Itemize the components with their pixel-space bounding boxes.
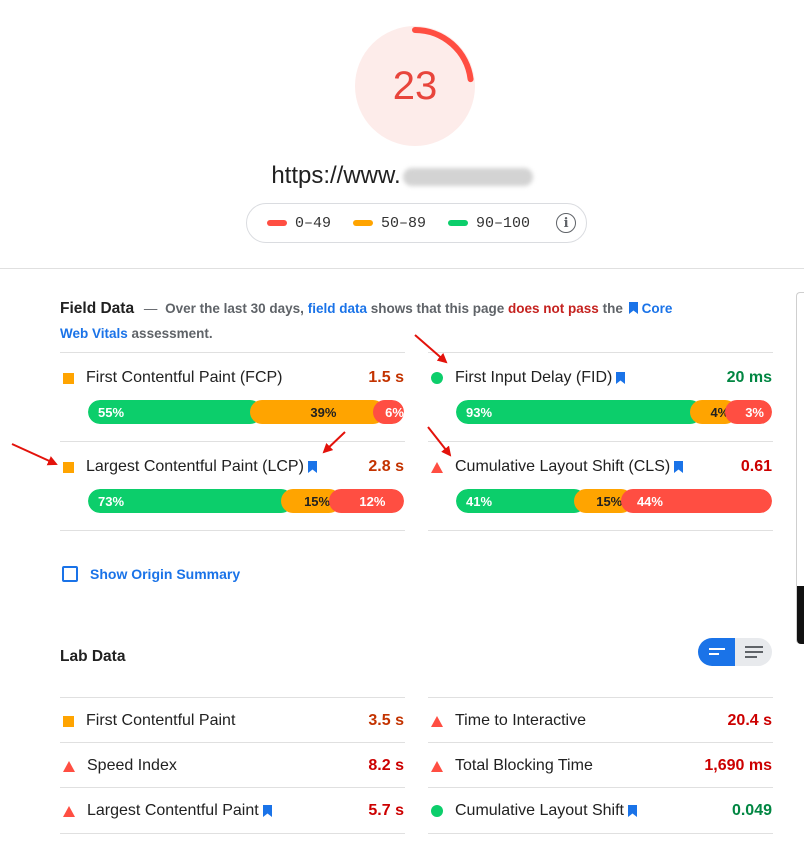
triangle-icon bbox=[431, 461, 443, 473]
square-icon bbox=[63, 372, 74, 384]
bookmark-icon bbox=[262, 805, 272, 817]
performance-score: 23 bbox=[392, 64, 438, 108]
field-data-header: Field Data — Over the last 30 days, fiel… bbox=[60, 296, 700, 346]
metric-name: Total Blocking Time bbox=[455, 757, 593, 774]
page-url-text: https://www. bbox=[271, 162, 401, 189]
triangle-icon bbox=[63, 760, 75, 772]
lab-metric-cls: Cumulative Layout Shift 0.049 bbox=[428, 787, 773, 832]
distribution-good: 73% bbox=[88, 489, 294, 513]
lab-data-title: Lab Data bbox=[60, 648, 126, 665]
legend-item-good: 90–100 bbox=[448, 215, 530, 232]
page-url: https://www. bbox=[0, 162, 804, 190]
side-panel-edge bbox=[796, 292, 804, 644]
lab-metric-tti: Time to Interactive 20.4 s bbox=[428, 697, 773, 742]
legend-swatch-good bbox=[448, 220, 469, 226]
square-icon bbox=[63, 461, 74, 473]
lab-divider bbox=[428, 833, 773, 834]
distribution-good: 55% bbox=[88, 400, 262, 424]
dash: — bbox=[143, 301, 158, 316]
field-metric-fcp: First Contentful Paint (FCP) 1.5 s 55% 3… bbox=[60, 352, 405, 442]
field-metric-cls: Cumulative Layout Shift (CLS) 0.61 41% 1… bbox=[428, 441, 773, 531]
legend-swatch-average bbox=[353, 220, 374, 226]
show-origin-summary-label[interactable]: Show Origin Summary bbox=[90, 566, 240, 582]
metric-value: 1,690 ms bbox=[704, 757, 772, 774]
bookmark-icon bbox=[616, 372, 626, 384]
field-data-link[interactable]: field data bbox=[308, 301, 367, 316]
field-metric-lcp: Largest Contentful Paint (LCP) 2.8 s 73%… bbox=[60, 441, 405, 531]
square-icon bbox=[63, 715, 74, 727]
distribution-good: 41% bbox=[456, 489, 586, 513]
metric-value: 3.5 s bbox=[368, 712, 404, 729]
expanded-view-button[interactable] bbox=[735, 638, 772, 666]
circle-icon bbox=[431, 372, 443, 384]
distribution-good: 93% bbox=[456, 400, 703, 424]
metric-name: Largest Contentful Paint (LCP) bbox=[86, 458, 304, 475]
distribution-bar: 55% 39% 6% bbox=[88, 400, 404, 424]
show-origin-summary[interactable]: Show Origin Summary bbox=[62, 566, 240, 582]
lab-divider bbox=[60, 833, 405, 834]
legend-swatch-poor bbox=[267, 220, 287, 226]
summary-view-button[interactable] bbox=[698, 638, 735, 666]
distribution-poor: 12% bbox=[328, 489, 404, 513]
legend-item-poor: 0–49 bbox=[267, 215, 331, 232]
assessment-fail-text: does not pass bbox=[508, 301, 599, 316]
lab-metric-lcp: Largest Contentful Paint 5.7 s bbox=[60, 787, 405, 832]
section-divider bbox=[0, 268, 804, 269]
distribution-poor: 6% bbox=[373, 400, 404, 424]
distribution-bar: 73% 15% 12% bbox=[88, 489, 404, 513]
side-panel-dark-block bbox=[797, 586, 804, 644]
legend-item-average: 50–89 bbox=[353, 215, 426, 232]
annotation-arrow bbox=[11, 443, 58, 466]
field-data-text-4: assessment. bbox=[131, 326, 213, 341]
distribution-poor: 44% bbox=[620, 489, 772, 513]
distribution-poor: 3% bbox=[725, 400, 772, 424]
bookmark-icon bbox=[628, 302, 638, 314]
checkbox[interactable] bbox=[62, 566, 78, 582]
field-metric-fid: First Input Delay (FID) 20 ms 93% 4% 3% bbox=[428, 352, 773, 442]
metric-name: Speed Index bbox=[87, 757, 177, 774]
legend-label-poor: 0–49 bbox=[295, 214, 332, 232]
redacted-domain bbox=[402, 167, 533, 186]
triangle-icon bbox=[63, 805, 75, 817]
short-lines-icon bbox=[708, 648, 725, 655]
field-data-title: Field Data bbox=[60, 300, 135, 317]
distribution-bar: 93% 4% 3% bbox=[456, 400, 772, 424]
legend-label-average: 50–89 bbox=[381, 214, 427, 232]
metric-value: 0.049 bbox=[731, 802, 772, 819]
metric-name: First Contentful Paint (FCP) bbox=[86, 369, 283, 386]
metric-name: Cumulative Layout Shift bbox=[455, 802, 624, 819]
metric-value: 5.7 s bbox=[368, 802, 404, 819]
info-icon[interactable]: i bbox=[556, 213, 577, 233]
metric-value: 8.2 s bbox=[368, 757, 404, 774]
score-legend: 0–49 50–89 90–100 i bbox=[246, 203, 587, 243]
circle-icon bbox=[431, 805, 443, 817]
bookmark-icon bbox=[627, 805, 637, 817]
field-data-text-3: the bbox=[602, 301, 623, 316]
metric-name: Time to Interactive bbox=[455, 712, 587, 729]
field-data-text-1: Over the last 30 days, bbox=[165, 301, 304, 316]
view-toggle[interactable] bbox=[698, 638, 772, 666]
legend-label-good: 90–100 bbox=[476, 214, 531, 232]
bookmark-icon bbox=[307, 461, 317, 473]
field-data-text-2: shows that this page bbox=[370, 301, 505, 316]
metric-name: Cumulative Layout Shift (CLS) bbox=[455, 458, 671, 475]
bookmark-icon bbox=[674, 461, 684, 473]
lab-metric-speed-index: Speed Index 8.2 s bbox=[60, 742, 405, 787]
triangle-icon bbox=[431, 715, 443, 727]
metric-name: First Input Delay (FID) bbox=[455, 369, 613, 386]
distribution-average: 39% bbox=[249, 400, 386, 424]
metric-name: Largest Contentful Paint bbox=[87, 802, 259, 819]
metric-value: 2.8 s bbox=[368, 458, 404, 475]
lab-metric-tbt: Total Blocking Time 1,690 ms bbox=[428, 742, 773, 787]
lab-metric-fcp: First Contentful Paint 3.5 s bbox=[60, 697, 405, 742]
metric-value: 20.4 s bbox=[727, 712, 772, 729]
distribution-bar: 41% 15% 44% bbox=[456, 489, 772, 513]
metric-name: First Contentful Paint bbox=[86, 712, 236, 729]
performance-score-gauge: 23 bbox=[355, 26, 475, 146]
triangle-icon bbox=[431, 760, 443, 772]
list-lines-icon bbox=[744, 646, 763, 658]
metric-value: 0.61 bbox=[740, 458, 772, 475]
metric-value: 1.5 s bbox=[368, 369, 404, 386]
metric-value: 20 ms bbox=[726, 369, 772, 386]
